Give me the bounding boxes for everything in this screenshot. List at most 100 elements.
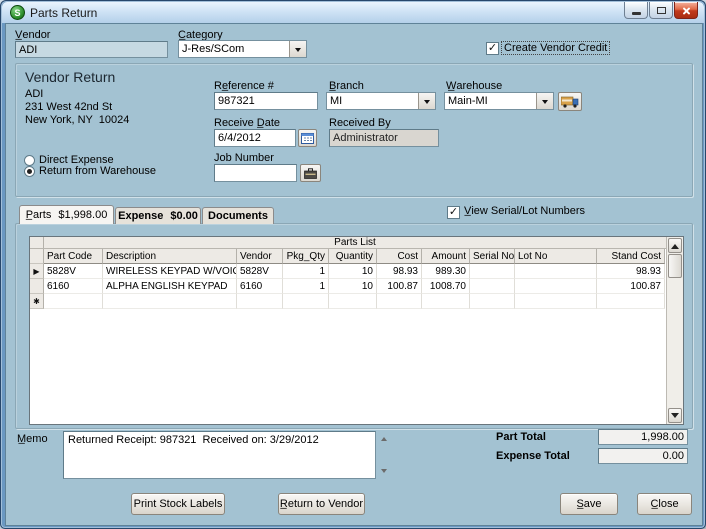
warehouse-lookup-button[interactable] [558, 92, 582, 111]
arrow-down-icon [671, 412, 679, 422]
save-button[interactable]: S̲ave [560, 493, 618, 515]
grid-column-header[interactable]: Vendor [237, 249, 283, 264]
grid-row[interactable]: ▶ 5828V WIRELESS KEYPAD W/VOICE 5828V 1 10 98.… [30, 264, 666, 279]
category-dropdown-button[interactable] [289, 41, 306, 57]
calendar-icon [301, 132, 314, 144]
grid-column-header[interactable]: Stand Cost [597, 249, 665, 264]
warehouse-value: Main-MI [448, 95, 488, 107]
close-button[interactable]: C̲lose [637, 493, 692, 515]
grid-cell[interactable] [44, 294, 103, 309]
grid-cell[interactable]: 98.93 [377, 264, 422, 279]
tab-expense[interactable]: Expense $0.00 [115, 207, 201, 224]
part-total-field: 1,998.00 [598, 429, 688, 445]
grid-cell[interactable]: ALPHA ENGLISH KEYPAD [103, 279, 237, 294]
category-select[interactable]: J-Res/SCom [178, 40, 307, 58]
grid-cell[interactable]: 1008.70 [422, 279, 470, 294]
grid-cell[interactable]: 6160 [237, 279, 283, 294]
grid-column-header[interactable]: Pkg_Qty [283, 249, 329, 264]
radio-return-from-warehouse[interactable] [24, 166, 35, 177]
grid-cell[interactable] [283, 294, 329, 309]
grid-column-header[interactable]: Quantity [329, 249, 377, 264]
grid-column-header[interactable]: Description [103, 249, 237, 264]
grid-column-header[interactable]: Part Code [44, 249, 103, 264]
job-lookup-button[interactable] [300, 164, 321, 182]
maximize-icon [656, 6, 666, 14]
scrollbar-thumb[interactable] [668, 254, 682, 278]
maximize-button[interactable] [649, 2, 673, 19]
arrow-up-icon [381, 434, 387, 441]
briefcase-icon [304, 167, 317, 179]
grid-row[interactable]: 6160 ALPHA ENGLISH KEYPAD 6160 1 10 100.87 100… [30, 279, 666, 294]
grid-cell[interactable] [422, 294, 470, 309]
grid-cell[interactable]: 10 [329, 279, 377, 294]
grid-cell[interactable]: 1 [283, 264, 329, 279]
grid-column-header[interactable]: Amount [422, 249, 470, 264]
close-window-button[interactable] [674, 2, 698, 19]
grid-row-selector[interactable]: ▶ [30, 264, 44, 279]
grid-column-header[interactable]: Cost [377, 249, 422, 264]
grid-cell[interactable]: 5828V [237, 264, 283, 279]
grid-cell[interactable]: 100.87 [377, 279, 422, 294]
warehouse-dropdown-button[interactable] [536, 93, 553, 109]
memo-scrollbar[interactable] [378, 434, 390, 476]
grid-cell[interactable]: 1 [283, 279, 329, 294]
print-stock-labels-button[interactable]: Print Stock Labels [131, 493, 225, 515]
tab-parts[interactable]: P̲arts $1,998.00 [19, 205, 114, 224]
radio-direct-expense[interactable] [24, 155, 35, 166]
grid-cell[interactable] [377, 294, 422, 309]
grid-cell[interactable] [597, 294, 665, 309]
grid-cell[interactable] [515, 294, 597, 309]
tab-expense-amount: $0.00 [170, 210, 198, 222]
grid-cell[interactable]: 6160 [44, 279, 103, 294]
grid-cell[interactable] [470, 294, 515, 309]
grid-column-header[interactable]: Serial No [470, 249, 515, 264]
grid-cell[interactable]: 10 [329, 264, 377, 279]
titlebar[interactable]: S Parts Return [2, 2, 704, 23]
tab-documents[interactable]: Documents [202, 207, 274, 224]
branch-label: B̲ranch [329, 80, 364, 92]
vendor-return-heading: Vendor Return [25, 69, 116, 85]
grid-column-header[interactable]: Lot No [515, 249, 597, 264]
grid-cell[interactable] [237, 294, 283, 309]
grid-vertical-scrollbar[interactable] [666, 237, 683, 424]
create-vendor-credit-checkbox[interactable] [486, 42, 499, 55]
minimize-button[interactable] [624, 2, 648, 19]
grid-cell[interactable]: 98.93 [597, 264, 665, 279]
memo-input[interactable]: Returned Receipt: 987321 Received on: 3/… [63, 431, 376, 479]
job-number-input[interactable] [214, 164, 297, 182]
scroll-down-button[interactable] [668, 408, 682, 423]
view-serial-label: V̲iew Serial/Lot Numbers [464, 205, 586, 217]
grid-cell[interactable]: 989.30 [422, 264, 470, 279]
truck-icon [561, 96, 579, 108]
view-serial-checkbox[interactable] [447, 206, 460, 219]
grid-cell[interactable]: 5828V [44, 264, 103, 279]
grid-cell[interactable] [103, 294, 237, 309]
calendar-button[interactable] [298, 129, 317, 147]
tab-documents-label: Documents [208, 210, 268, 222]
branch-value: MI [330, 95, 343, 107]
vendor-label: V̲endor [15, 29, 51, 41]
warehouse-select[interactable]: Main-MI [444, 92, 554, 110]
receive-date-input[interactable]: 6/4/2012 [214, 129, 296, 147]
scroll-up-button[interactable] [668, 238, 682, 253]
expense-total-label: Expense Total [496, 450, 570, 462]
branch-dropdown-button[interactable] [418, 93, 435, 109]
reference-input[interactable]: 987321 [214, 92, 318, 110]
branch-select[interactable]: MI [326, 92, 436, 110]
grid-cell[interactable]: WIRELESS KEYPAD W/VOICE [103, 264, 237, 279]
grid-cell[interactable] [329, 294, 377, 309]
return-to-vendor-button[interactable]: R̲eturn to Vendor [278, 493, 365, 515]
app-icon: S [10, 5, 25, 20]
grid-cell[interactable]: 100.87 [597, 279, 665, 294]
grid-cell[interactable] [470, 279, 515, 294]
grid-group-selector [30, 237, 44, 248]
grid-cell[interactable] [515, 264, 597, 279]
received-by-label: Received By [329, 117, 391, 129]
received-by-field: Administrator [329, 129, 439, 147]
grid-cell[interactable] [515, 279, 597, 294]
grid-new-row[interactable]: ✱ [30, 294, 666, 309]
grid-new-row-selector[interactable]: ✱ [30, 294, 44, 309]
grid-row-selector[interactable] [30, 279, 44, 294]
tab-parts-amount: $1,998.00 [58, 209, 108, 221]
grid-cell[interactable] [470, 264, 515, 279]
